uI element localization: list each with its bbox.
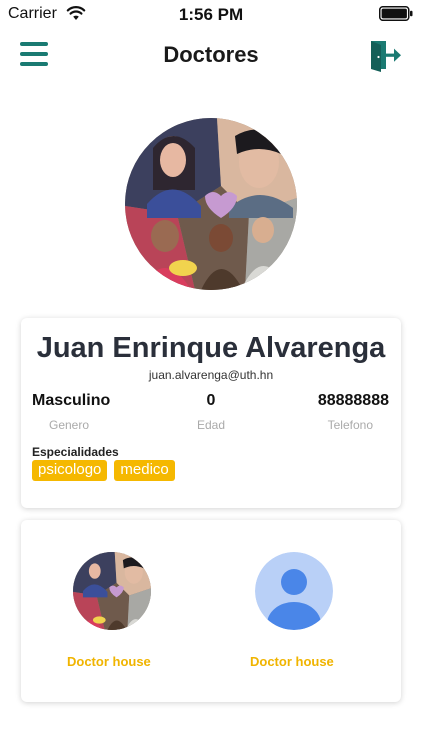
specialties-list: psicologo medico: [32, 460, 175, 481]
doctor-house-label[interactable]: Doctor house: [250, 654, 334, 669]
status-bar: Carrier 1:56 PM: [0, 0, 422, 28]
nav-bar: Doctores: [0, 30, 422, 82]
phone-label: Telefono: [327, 418, 373, 432]
specialty-tag: medico: [114, 460, 175, 481]
specialty-tag: psicologo: [32, 460, 108, 481]
generic-user-icon[interactable]: [255, 552, 333, 630]
phone-value: 88888888: [317, 392, 389, 409]
battery-icon: [379, 6, 413, 21]
doctor-house-label[interactable]: Doctor house: [67, 654, 151, 669]
doctor-profile-card: Juan Enrinque Alvarenga juan.alvarenga@u…: [21, 318, 401, 508]
page-title: Doctores: [163, 42, 259, 67]
doctor-house-photo[interactable]: [73, 552, 151, 630]
doctor-name: Juan Enrinque Alvarenga: [36, 332, 386, 364]
doctor-email: juan.alvarenga@uth.hn: [148, 368, 274, 382]
doctor-profile-photo: [125, 118, 297, 290]
status-time: 1:56 PM: [178, 5, 244, 24]
logout-door-icon[interactable]: [368, 38, 402, 72]
specialties-title: Especialidades: [32, 445, 119, 459]
